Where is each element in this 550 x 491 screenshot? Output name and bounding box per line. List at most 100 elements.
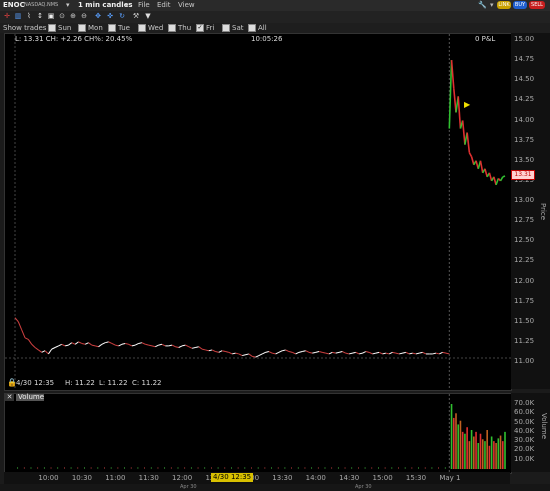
price-chart[interactable] <box>5 34 511 390</box>
checkbox-checked[interactable]: ✓ <box>196 24 204 32</box>
day-toggle-mon[interactable]: Mon <box>78 24 103 32</box>
volume-bar <box>490 436 493 469</box>
volume-bar <box>424 467 426 469</box>
dropdown-icon[interactable]: ▾ <box>490 1 494 9</box>
price-tick-label: 14.75 <box>514 55 535 64</box>
price-segment <box>235 352 239 355</box>
checkbox[interactable] <box>222 24 230 32</box>
day-toggle-fri[interactable]: ✓ Fri <box>196 24 214 32</box>
price-segment <box>68 342 73 346</box>
interval-dropdown-icon[interactable]: ▾ <box>125 1 129 9</box>
day-toggle-tue[interactable]: Tue <box>108 24 130 32</box>
volume-panel[interactable]: ✕ Volume <box>4 393 512 474</box>
checkbox[interactable] <box>168 24 176 32</box>
volume-bar <box>468 441 471 469</box>
price-segment <box>111 343 116 346</box>
menu-view[interactable]: View <box>178 1 195 9</box>
volume-bar <box>466 427 468 469</box>
volume-bar <box>461 431 464 469</box>
volume-bar <box>244 467 246 469</box>
price-segment <box>302 350 306 353</box>
day-toggle-all[interactable]: All <box>248 24 267 32</box>
volume-axis-title: Volume <box>540 413 548 440</box>
day-label: Fri <box>206 24 215 32</box>
price-segment <box>285 349 290 352</box>
day-label: All <box>258 24 267 32</box>
line-chart-icon[interactable]: ⌇ <box>25 12 33 20</box>
checkbox[interactable] <box>248 24 256 32</box>
price-segment <box>105 341 109 344</box>
volume-bar <box>495 443 497 469</box>
close-icon[interactable]: ✕ <box>5 394 14 401</box>
day-label: Wed <box>148 24 164 32</box>
day-toggle-wed[interactable]: Wed <box>138 24 163 32</box>
price-chart-panel[interactable]: L: 13.31 CH: +2.26 CH%: 20.45% 10:05:26 … <box>4 33 512 391</box>
move-icon[interactable]: ✜ <box>106 12 114 20</box>
settings-icon[interactable]: ⚒ <box>132 12 140 20</box>
volume-bar <box>211 467 212 469</box>
price-segment <box>402 351 407 354</box>
price-segment <box>84 342 89 345</box>
price-segment <box>71 342 76 345</box>
wrench-icon[interactable]: 🔧 <box>478 1 487 9</box>
checkbox[interactable] <box>78 24 86 32</box>
exchange-dropdown-icon[interactable]: ▾ <box>66 1 70 9</box>
volume-bar <box>217 467 219 469</box>
buy-button[interactable]: BUY <box>513 1 527 9</box>
price-segment <box>17 321 23 330</box>
day-toggle-sun[interactable]: Sun <box>48 24 71 32</box>
refresh-icon[interactable]: ↻ <box>118 12 126 20</box>
price-segment <box>218 350 223 353</box>
volume-axis[interactable]: 70.0K 60.0K 50.0K 40.0K 30.0K 20.0K 10.0K Volu… <box>511 393 550 472</box>
trade-marker-icon: ▶ <box>464 100 471 109</box>
volume-bar <box>364 467 366 469</box>
sell-button[interactable]: SELL <box>529 1 545 9</box>
price-axis[interactable]: 15.0014.7514.5014.2514.0013.7513.5013.25… <box>511 33 550 389</box>
volume-bar <box>291 467 292 469</box>
checkbox[interactable] <box>48 24 56 32</box>
pan-icon[interactable]: ✥ <box>94 12 102 20</box>
checkbox[interactable] <box>108 24 116 32</box>
volume-label: Volume <box>16 393 45 401</box>
price-segment <box>308 351 313 354</box>
price-segment <box>422 351 427 355</box>
price-segment <box>278 350 283 353</box>
volume-chart[interactable] <box>5 394 511 473</box>
footer-scroll[interactable]: Apr 30 Apr 30 <box>0 484 550 491</box>
price-segment <box>412 352 417 355</box>
bar-low: L: 11.22 <box>99 379 128 387</box>
bar-chart-icon[interactable]: ▥ <box>14 12 22 20</box>
price-segment <box>352 351 356 354</box>
time-axis[interactable]: 10:0010:3011:0011:3012:0012:3013:0013:30… <box>4 472 510 484</box>
price-segment <box>488 172 493 182</box>
volume-bar <box>164 467 166 469</box>
exchange-label[interactable]: NASDAQ.NMS <box>24 2 58 8</box>
price-segment <box>155 344 159 348</box>
price-segment <box>238 353 243 357</box>
zoom-box-icon[interactable]: ▣ <box>47 12 55 20</box>
day-label: Tue <box>118 24 130 32</box>
zoom-in-icon[interactable]: ⊕ <box>69 12 77 20</box>
price-segment <box>495 178 500 186</box>
zoom-icon[interactable]: ⊙ <box>58 12 66 20</box>
crosshair-icon[interactable]: ✛ <box>3 12 11 20</box>
menu-edit[interactable]: Edit <box>157 1 171 9</box>
price-segment <box>138 342 143 344</box>
symbol-label[interactable]: ENOC <box>3 1 25 9</box>
zoom-out-icon[interactable]: ⊖ <box>80 12 88 20</box>
toolbar-dropdown-icon[interactable]: ▼ <box>144 12 152 20</box>
price-segment <box>262 351 266 355</box>
volume-bar <box>344 467 346 469</box>
price-tick-label: 14.25 <box>514 95 535 104</box>
day-toggle-thu[interactable]: Thu <box>168 24 191 32</box>
price-segment <box>14 317 19 323</box>
day-toggle-sat[interactable]: Sat <box>222 24 243 32</box>
price-segment <box>282 349 286 352</box>
measure-icon[interactable]: ↕ <box>36 12 44 20</box>
price-segment <box>318 351 323 353</box>
price-segment <box>208 349 213 352</box>
menu-file[interactable]: File <box>138 1 150 9</box>
price-axis-title: Price <box>539 203 547 221</box>
link-button[interactable]: LINK <box>497 1 511 9</box>
checkbox[interactable] <box>138 24 146 32</box>
